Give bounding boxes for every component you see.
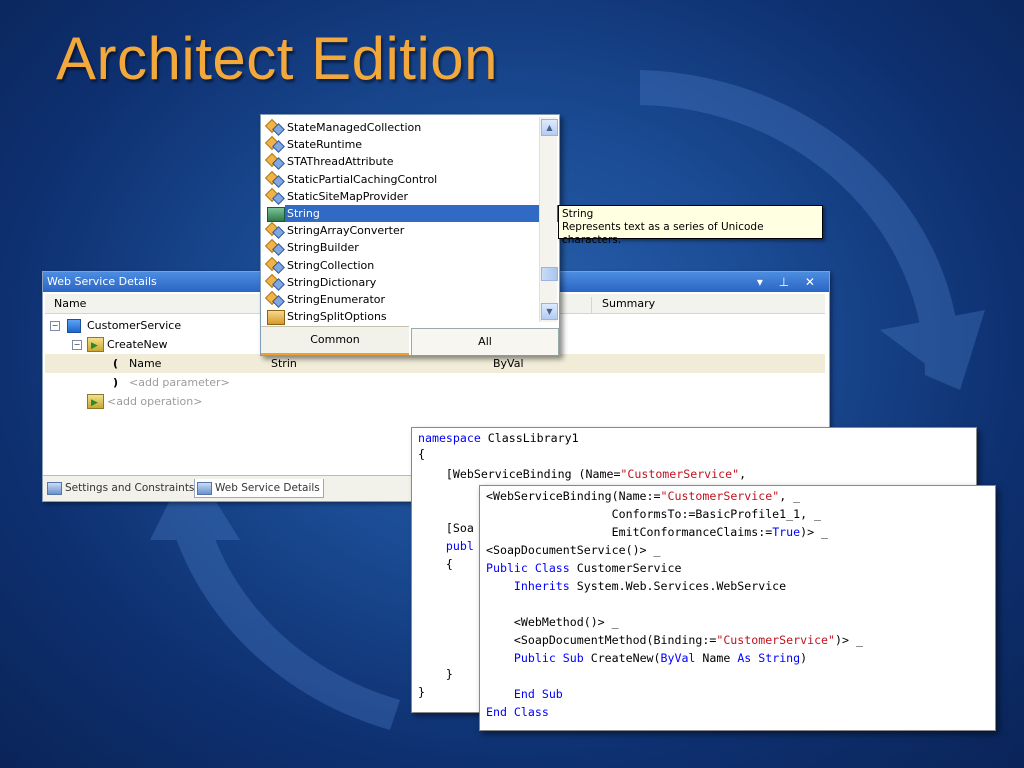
tree-row-parameter[interactable]: ( Name Strin ByVal (45, 354, 825, 373)
tree-row-add-operation[interactable]: <add operation> (45, 392, 825, 413)
panel-title: Web Service Details (47, 275, 157, 288)
tab-web-service-details[interactable]: Web Service Details (194, 479, 324, 498)
slide-title: Architect Edition (56, 25, 499, 92)
column-summary[interactable]: Summary (591, 297, 655, 313)
code-line: namespace ClassLibrary1 (418, 431, 579, 445)
column-name[interactable]: Name (54, 297, 86, 310)
tab-common[interactable]: Common (261, 326, 409, 355)
add-operation[interactable]: <add operation> (107, 392, 202, 411)
operation-icon (87, 337, 104, 356)
dropdown-item[interactable]: StringEnumerator (265, 291, 535, 308)
param-bracket: ( (113, 357, 119, 370)
code-line: publ (418, 539, 474, 553)
tree-row-add-parameter[interactable]: ) <add parameter> (45, 373, 825, 392)
class-icon (267, 190, 283, 203)
code-line: Public Sub CreateNew(ByVal Name As Strin… (486, 651, 808, 665)
code-line: <SoapDocumentService()> _ (486, 543, 661, 557)
service-icon (67, 319, 81, 333)
struct-icon (267, 207, 285, 222)
param-name[interactable]: Name (129, 354, 161, 373)
code-line: Public Class CustomerService (486, 561, 682, 575)
add-parameter[interactable]: <add parameter> (129, 373, 230, 392)
class-icon (267, 138, 283, 151)
service-name: CustomerService (87, 319, 182, 332)
class-icon (267, 259, 283, 272)
class-icon (267, 155, 283, 168)
panel-window-controls[interactable]: ▾ ⊥ ✕ (757, 272, 821, 292)
code-line: [Soa (418, 521, 474, 535)
dropdown-item[interactable]: StateManagedCollection (265, 119, 535, 136)
dropdown-item-label: StateManagedCollection (287, 121, 422, 134)
code-line: ConformsTo:=BasicProfile1_1, _ (486, 507, 822, 521)
scroll-up-icon[interactable]: ▲ (541, 119, 558, 136)
code-line: EmitConformanceClaims:=True)> _ (486, 525, 829, 539)
dropdown-item-label: StringDictionary (287, 275, 377, 289)
dropdown-item[interactable]: STAThreadAttribute (265, 153, 535, 170)
intellisense-dropdown: StateManagedCollection StateRuntime STAThr… (260, 114, 568, 356)
add-param-bracket: ) (113, 376, 119, 389)
details-icon (197, 481, 212, 495)
vb-code-window[interactable]: <WebServiceBinding(Name:="CustomerServic… (479, 485, 996, 731)
code-line: [WebServiceBinding (Name="CustomerServic… (418, 467, 747, 481)
code-line: } (418, 667, 453, 681)
tooltip-title: String (562, 208, 594, 220)
dropdown-item-label: StateRuntime (287, 138, 363, 152)
class-icon (267, 241, 283, 254)
collapse-icon[interactable]: − (72, 340, 82, 350)
dropdown-item[interactable]: StringBuilder (265, 239, 535, 256)
scroll-thumb[interactable] (541, 267, 558, 281)
code-line: End Class (486, 705, 549, 719)
class-icon (267, 293, 283, 306)
dropdown-item[interactable]: StringDictionary (265, 274, 535, 291)
dropdown-item[interactable]: StateRuntime (265, 136, 535, 153)
operation-icon (87, 394, 104, 413)
code-line: } (418, 685, 425, 699)
dropdown-item-label: StringArrayConverter (287, 224, 405, 238)
tab-label: Settings and Constraints (65, 482, 195, 494)
dropdown-item[interactable]: StringCollection (265, 257, 535, 274)
tooltip-description: Represents text as a series of Unicode c… (562, 221, 764, 246)
scroll-down-icon[interactable]: ▼ (541, 303, 558, 320)
tab-all[interactable]: All (411, 328, 559, 355)
dropdown-item[interactable]: StaticPartialCachingControl (265, 171, 535, 188)
dropdown-item-label: StringCollection (287, 258, 375, 272)
tab-settings-and-constraints[interactable]: Settings and Constraints (45, 479, 194, 497)
collapse-icon[interactable]: − (50, 321, 60, 331)
dropdown-item-label: StringEnumerator (287, 293, 386, 306)
dropdown-item[interactable]: StaticSiteMapProvider (265, 188, 535, 205)
class-icon (267, 276, 283, 289)
code-line: End Sub (486, 687, 563, 701)
code-line: { (418, 447, 425, 461)
param-type[interactable]: Strin (271, 354, 297, 373)
dropdown-item[interactable]: StringSplitOptions (265, 308, 535, 326)
code-line: Inherits System.Web.Services.WebService (486, 579, 787, 593)
operation-name: CreateNew (107, 338, 168, 351)
param-modifier[interactable]: ByVal (493, 354, 524, 373)
dropdown-item-label: StringBuilder (287, 241, 359, 255)
dropdown-item-label: StaticPartialCachingControl (287, 172, 438, 186)
enum-icon (267, 310, 285, 326)
class-icon (267, 224, 283, 237)
dropdown-item[interactable]: String (265, 205, 568, 222)
dropdown-item-label: StringSplitOptions (287, 310, 387, 324)
settings-icon (47, 481, 62, 495)
code-line: { (418, 557, 453, 571)
class-icon (267, 121, 283, 134)
class-icon (267, 173, 283, 186)
tooltip: String Represents text as a series of Un… (558, 205, 823, 246)
tab-label: Web Service Details (215, 482, 320, 494)
code-line: <WebServiceBinding(Name:="CustomerServic… (486, 489, 801, 503)
dropdown-item-label: String (285, 205, 568, 222)
dropdown-scrollbar[interactable]: ▲ ▼ (539, 117, 558, 322)
code-line: <WebMethod()> _ (486, 615, 619, 629)
code-line: <SoapDocumentMethod(Binding:="CustomerSe… (486, 633, 863, 647)
dropdown-item-label: STAThreadAttribute (287, 155, 394, 169)
dropdown-item[interactable]: StringArrayConverter (265, 222, 535, 239)
dropdown-item-label: StaticSiteMapProvider (287, 189, 409, 203)
